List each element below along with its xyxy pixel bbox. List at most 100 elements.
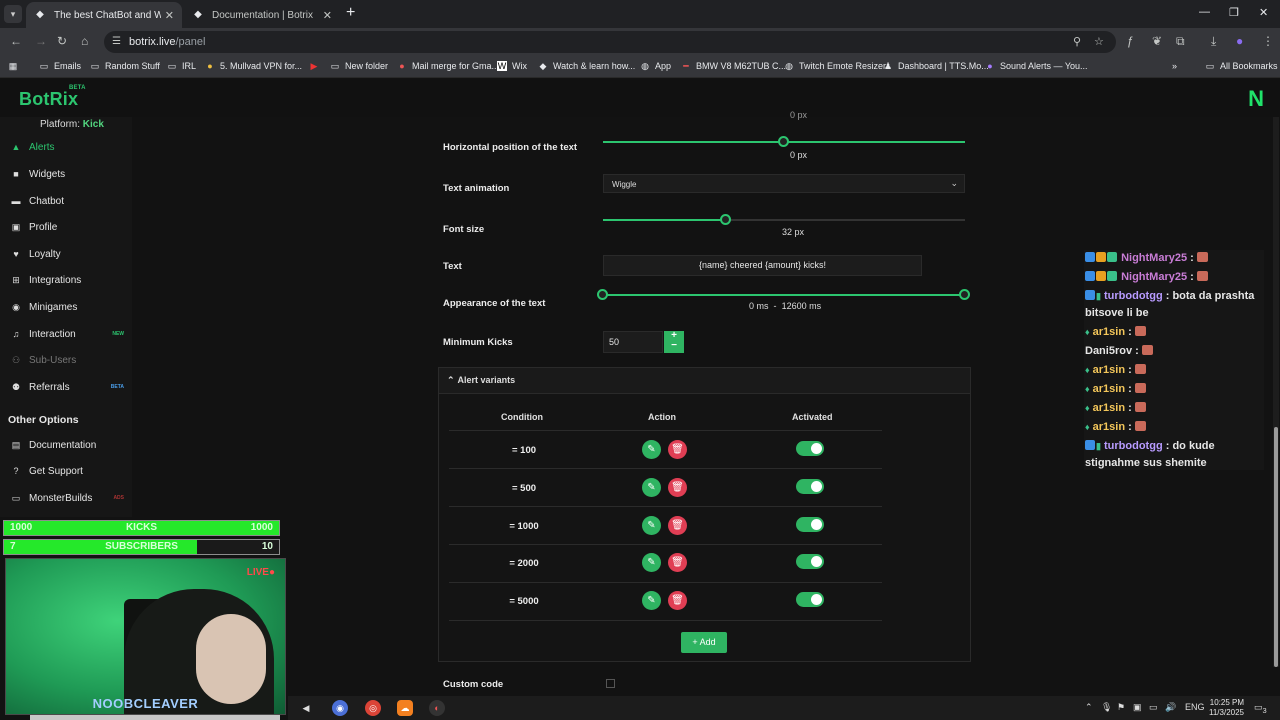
address-bar[interactable]: ☰ botrix.live/panel ⚲ ☆ — [104, 31, 1116, 53]
system-clock[interactable]: 10:25 PM 11/3/2025 — [1209, 698, 1244, 718]
alert-variants-header[interactable]: ⌃ Alert variants — [439, 368, 970, 394]
trash-icon[interactable]: 🗑 — [668, 478, 687, 497]
trash-icon[interactable]: 🗑 — [668, 440, 687, 459]
trash-icon[interactable]: 🗑 — [668, 553, 687, 572]
bookmark-app[interactable]: ◍ App — [640, 61, 671, 71]
sidebar-item-documentation[interactable]: ▤ Documentation — [10, 437, 130, 453]
restore-icon[interactable]: ❐ — [1229, 6, 1239, 19]
sidebar-item-referrals[interactable]: ⚉ Referrals BETA — [10, 379, 130, 395]
quantity-stepper[interactable]: + − — [664, 331, 684, 353]
sidebar-item-profile[interactable]: ▣ Profile — [10, 219, 130, 235]
custom-code-checkbox[interactable] — [606, 679, 615, 688]
appearance-start-knob[interactable] — [597, 289, 608, 300]
close-tab-icon[interactable]: ✕ — [323, 9, 332, 22]
sidebar-item-chatbot[interactable]: ▬ Chatbot — [10, 193, 130, 209]
site-info-icon[interactable]: ☰ — [112, 36, 124, 48]
close-window-icon[interactable]: ✕ — [1259, 6, 1268, 19]
sidebar-item-get-support[interactable]: ? Get Support — [10, 463, 130, 479]
variant-activated-toggle[interactable] — [796, 554, 824, 569]
bookmark-watch-learn[interactable]: ◆ Watch & learn how... — [538, 61, 636, 71]
chrome-menu-icon[interactable]: ⋮ — [1262, 34, 1274, 48]
bookmark-emails[interactable]: ▭ Emails — [39, 61, 81, 71]
sidebar-item-minigames[interactable]: ◉ Minigames — [10, 299, 130, 315]
microphone-icon[interactable]: 🎙 — [1101, 702, 1112, 713]
pencil-icon[interactable]: ✎ — [642, 553, 661, 572]
new-tab-icon[interactable]: + — [346, 5, 355, 21]
tray-app-icon[interactable]: ▣ — [1133, 702, 1142, 713]
extension-leaf-icon[interactable]: ❦ — [1152, 34, 1162, 48]
volume-icon[interactable]: 🔊 — [1165, 702, 1176, 713]
pencil-icon[interactable]: ✎ — [642, 478, 661, 497]
botrix-logo[interactable]: BotRix BETA — [19, 85, 86, 110]
sidebar-item-interaction[interactable]: ♫ Interaction NEW — [10, 326, 130, 342]
display-icon[interactable]: ▭ — [1149, 702, 1158, 713]
bookmark-mullvad[interactable]: ● 5. Mullvad VPN for... — [205, 61, 302, 71]
chat-message: NightMary25 : — [1085, 250, 1261, 267]
appearance-range-slider[interactable] — [603, 294, 965, 296]
bookmark-random-stuff[interactable]: ▭ Random Stuff — [90, 61, 160, 71]
zoom-icon[interactable]: ⚲ — [1073, 35, 1081, 48]
scrollbar-thumb[interactable] — [1274, 427, 1278, 667]
pencil-icon[interactable]: ✎ — [642, 440, 661, 459]
variant-activated-toggle[interactable] — [796, 441, 824, 456]
bookmark-new-folder[interactable]: ▭ New folder — [330, 61, 388, 71]
variant-activated-toggle[interactable] — [796, 517, 824, 532]
variant-activated-toggle[interactable] — [796, 479, 824, 494]
sidebar-item-widgets[interactable]: ■ Widgets — [10, 166, 130, 182]
bookmark-mail-merge[interactable]: ● Mail merge for Gma... — [397, 61, 499, 71]
sidebar-item-monsterbuilds[interactable]: ▭ MonsterBuilds ADS — [10, 490, 130, 506]
sidebar-item-integrations[interactable]: ⊞ Integrations — [10, 272, 130, 288]
tab-search-button[interactable]: ▾ — [4, 5, 22, 23]
obs-icon[interactable]: ◐ — [429, 700, 445, 716]
minimize-icon[interactable]: — — [1199, 6, 1210, 18]
chrome-icon[interactable]: ◎ — [365, 700, 381, 716]
trash-icon[interactable]: 🗑 — [668, 516, 687, 535]
bookmark-bmw[interactable]: ━ BMW V8 M62TUB C... — [681, 61, 786, 71]
horizontal-position-knob[interactable] — [778, 136, 789, 147]
minus-icon[interactable]: − — [664, 341, 684, 351]
bookmark-wix[interactable]: W Wix — [497, 61, 527, 71]
language-indicator[interactable]: ENG — [1185, 702, 1205, 712]
pencil-icon[interactable]: ✎ — [642, 591, 661, 610]
tab-botrix[interactable]: ◆ The best ChatBot and Widgets ✕ — [26, 2, 182, 28]
trash-icon[interactable]: 🗑 — [668, 591, 687, 610]
table-divider — [449, 468, 882, 469]
sidebar-item-sub-users[interactable]: ⚇ Sub-Users — [10, 352, 130, 368]
bookmark-dashboard-tts[interactable]: ♟ Dashboard | TTS.Mo... — [883, 61, 989, 71]
tray-chevron-icon[interactable]: ⌃ — [1085, 702, 1093, 713]
bookmark-star-icon[interactable]: ☆ — [1094, 35, 1104, 48]
pencil-icon[interactable]: ✎ — [642, 516, 661, 535]
extensions-icon[interactable]: ⧉ — [1176, 34, 1185, 49]
bookmark-youtube[interactable]: ▶ — [309, 61, 324, 71]
cloudflare-icon[interactable]: ☁ — [397, 700, 413, 716]
add-variant-button[interactable]: + Add — [681, 632, 727, 653]
kick-app-icon[interactable]: ◀ — [298, 700, 314, 716]
home-icon[interactable]: ⌂ — [81, 34, 88, 48]
bookmark-irl[interactable]: ▭ IRL — [167, 61, 196, 71]
apps-grid-icon[interactable]: ▦ — [8, 61, 23, 71]
alert-text-input[interactable]: {name} cheered {amount} kicks! — [603, 255, 922, 276]
sidebar-item-alerts[interactable]: ▲ Alerts — [10, 139, 130, 155]
back-icon[interactable]: ← — [10, 34, 22, 48]
tab-documentation[interactable]: ◆ Documentation | Botrix ✕ — [184, 2, 340, 28]
close-tab-icon[interactable]: ✕ — [165, 9, 174, 22]
forward-icon[interactable]: → — [35, 34, 47, 48]
text-animation-select[interactable]: Wiggle ⌄ — [603, 174, 965, 193]
variant-activated-toggle[interactable] — [796, 592, 824, 607]
font-size-knob[interactable] — [720, 214, 732, 225]
more-bookmarks-icon[interactable]: » — [1172, 61, 1177, 71]
appearance-end-knob[interactable] — [959, 289, 970, 300]
notifications-icon[interactable]: ▭3 — [1254, 702, 1267, 715]
discord-icon[interactable]: ◉ — [332, 700, 348, 716]
bookmark-twitch-emote[interactable]: ◍ Twitch Emote Resizer — [784, 61, 886, 71]
page-scrollbar[interactable] — [1273, 117, 1279, 667]
network-icon[interactable]: ⚑ — [1117, 702, 1125, 713]
extension-f-icon[interactable]: ƒ — [1127, 34, 1134, 48]
downloads-icon[interactable]: ⤓ — [1211, 34, 1216, 49]
sidebar-item-loyalty[interactable]: ♥ Loyalty — [10, 246, 130, 262]
all-bookmarks[interactable]: ▭ All Bookmarks — [1205, 61, 1278, 71]
profile-avatar-icon[interactable]: ● — [1236, 34, 1243, 48]
minimum-kicks-input[interactable]: 50 — [603, 331, 663, 353]
bookmark-sound-alerts[interactable]: ● Sound Alerts — You... — [985, 61, 1087, 71]
reload-icon[interactable]: ↻ — [57, 34, 67, 48]
